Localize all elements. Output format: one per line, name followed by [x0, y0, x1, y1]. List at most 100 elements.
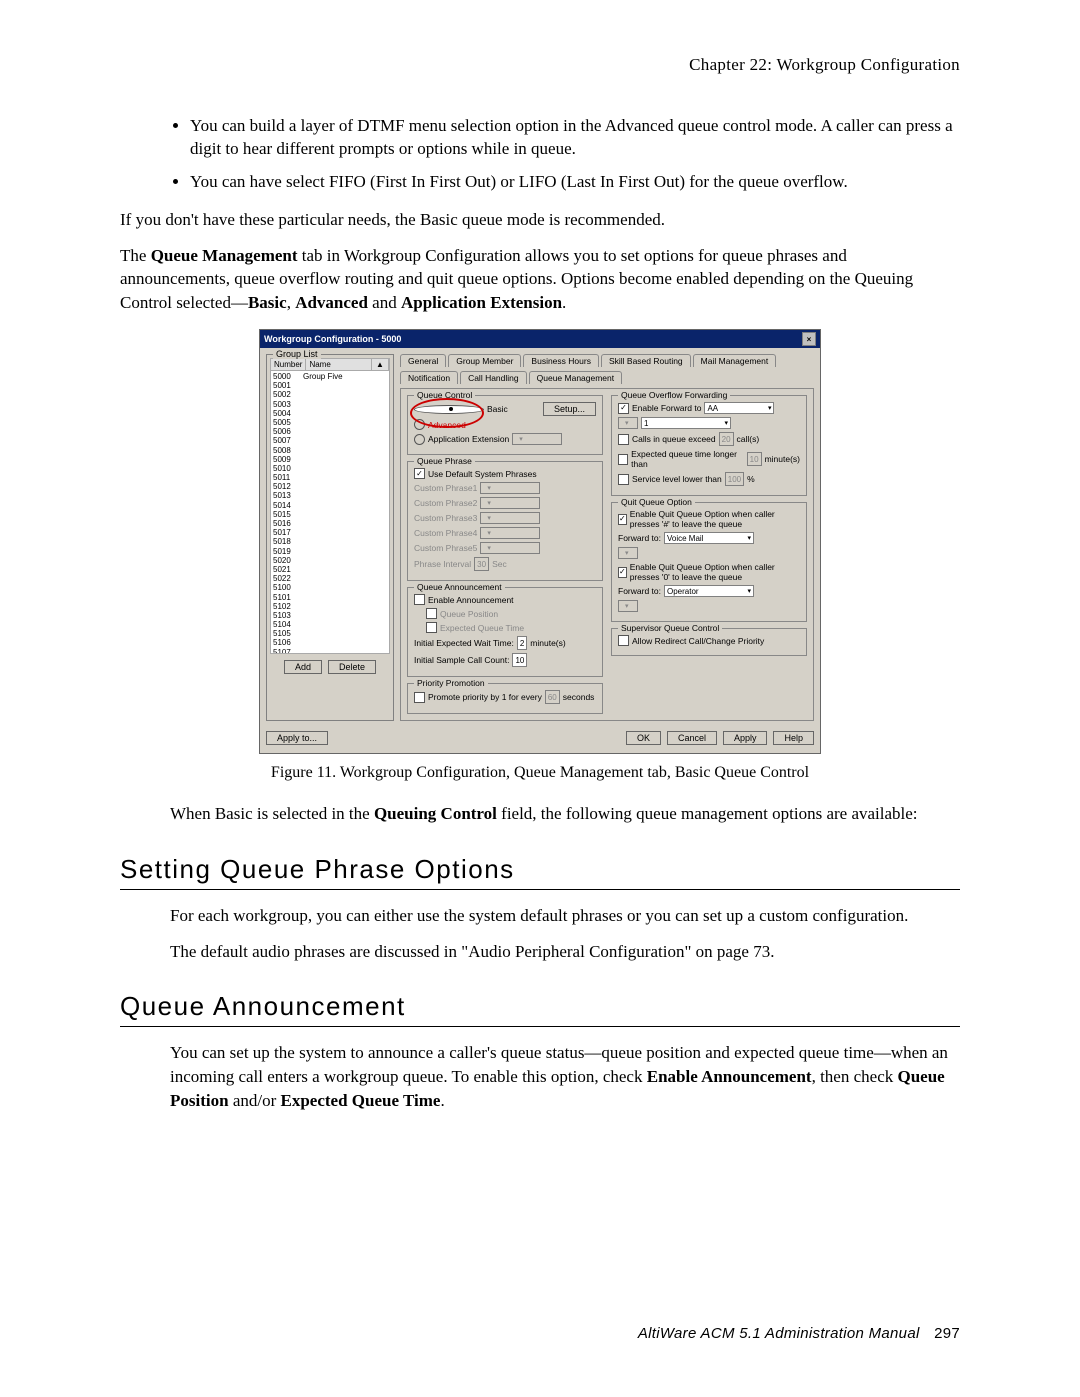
scroll-up-icon[interactable]: ▲	[372, 359, 389, 370]
list-item[interactable]: 5019	[273, 547, 387, 556]
list-item[interactable]: 5014	[273, 501, 387, 510]
list-item[interactable]: 5021	[273, 565, 387, 574]
list-item[interactable]: 5013	[273, 491, 387, 500]
svc-level-checkbox[interactable]	[618, 474, 629, 485]
iewt-spinner[interactable]: 2	[517, 636, 527, 650]
tab-business-hours[interactable]: Business Hours	[523, 354, 599, 367]
quit-fwd1-select[interactable]: Voice Mail	[664, 532, 754, 544]
ok-button[interactable]: OK	[626, 731, 661, 745]
quit-opt2-checkbox[interactable]	[618, 567, 627, 578]
expected-queue-time-checkbox[interactable]	[426, 622, 437, 633]
setup-button[interactable]: Setup...	[543, 402, 596, 416]
dialog-titlebar: Workgroup Configuration - 5000 ×	[260, 330, 820, 348]
list-item[interactable]: 5001	[273, 381, 387, 390]
appext-radio[interactable]	[414, 434, 425, 445]
svc-spinner[interactable]: 100	[725, 472, 744, 486]
list-item[interactable]: 5006	[273, 427, 387, 436]
close-icon[interactable]: ×	[802, 332, 816, 346]
phrase-select[interactable]	[480, 482, 540, 494]
appext-select[interactable]	[512, 433, 562, 445]
list-item[interactable]: 5101	[273, 593, 387, 602]
list-item[interactable]: 5020	[273, 556, 387, 565]
quit-opt1-checkbox[interactable]	[618, 514, 627, 525]
list-item[interactable]: 5102	[273, 602, 387, 611]
list-item[interactable]: 5010	[273, 464, 387, 473]
list-item[interactable]: 5107	[273, 648, 387, 654]
list-item[interactable]: 5100	[273, 583, 387, 592]
group-list-rows[interactable]: 5000Group Five50015002500350045005500650…	[270, 371, 390, 654]
phrase-select[interactable]	[480, 527, 540, 539]
figure-caption: Figure 11. Workgroup Configuration, Queu…	[120, 764, 960, 782]
list-item[interactable]: 5007	[273, 436, 387, 445]
digit-select[interactable]	[618, 417, 638, 429]
list-item[interactable]: 5016	[273, 519, 387, 528]
enable-forward-checkbox[interactable]	[618, 403, 629, 414]
list-item[interactable]: 5008	[273, 446, 387, 455]
exp-longer-spinner[interactable]: 10	[747, 452, 762, 466]
list-item[interactable]: 5105	[273, 629, 387, 638]
cancel-button[interactable]: Cancel	[667, 731, 717, 745]
list-item[interactable]: 5004	[273, 409, 387, 418]
calls-exceed-checkbox[interactable]	[618, 434, 629, 445]
add-button[interactable]: Add	[284, 660, 322, 674]
phrase-select[interactable]	[480, 542, 540, 554]
basic-radio[interactable]	[414, 405, 484, 414]
priority-spinner[interactable]: 60	[545, 690, 560, 704]
list-item[interactable]: 5103	[273, 611, 387, 620]
help-button[interactable]: Help	[773, 731, 814, 745]
section-heading: Setting Queue Phrase Options	[120, 854, 960, 885]
col-name[interactable]: Name	[306, 359, 372, 370]
forward-to-select[interactable]: AA	[704, 402, 774, 414]
list-item[interactable]: 5015	[273, 510, 387, 519]
enable-announcement-label: Enable Announcement	[428, 595, 514, 605]
paragraph: When Basic is selected in the Queuing Co…	[170, 802, 960, 826]
list-item[interactable]: 5104	[273, 620, 387, 629]
advanced-radio[interactable]	[414, 419, 425, 430]
text: Enable Announcement	[647, 1067, 812, 1086]
list-item[interactable]: 5003	[273, 400, 387, 409]
enable-announcement-checkbox[interactable]	[414, 594, 425, 605]
tab-notification[interactable]: Notification	[400, 371, 458, 384]
list-item[interactable]: 5022	[273, 574, 387, 583]
list-item[interactable]: 5002	[273, 390, 387, 399]
text: Queuing Control	[374, 804, 497, 823]
tabs-row-1: GeneralGroup MemberBusiness HoursSkill B…	[400, 354, 814, 367]
col-number[interactable]: Number	[271, 359, 306, 370]
tab-skill-based-routing[interactable]: Skill Based Routing	[601, 354, 691, 367]
tab-general[interactable]: General	[400, 354, 446, 367]
paragraph: If you don't have these particular needs…	[120, 208, 960, 232]
exp-longer-checkbox[interactable]	[618, 454, 628, 465]
list-item[interactable]: 5012	[273, 482, 387, 491]
list-item[interactable]: 5005	[273, 418, 387, 427]
queue-position-checkbox[interactable]	[426, 608, 437, 619]
delete-button[interactable]: Delete	[328, 660, 376, 674]
tab-queue-management[interactable]: Queue Management	[529, 371, 623, 384]
quit-fwd1-label: Forward to:	[618, 533, 661, 543]
list-item[interactable]: 5018	[273, 537, 387, 546]
list-item[interactable]: 5009	[273, 455, 387, 464]
iscc-label: Initial Sample Call Count:	[414, 655, 509, 665]
iscc-spinner[interactable]: 10	[512, 653, 527, 667]
tab-mail-management[interactable]: Mail Management	[693, 354, 777, 367]
quit-fwd2-select[interactable]: Operator	[664, 585, 754, 597]
phrase-select[interactable]	[480, 497, 540, 509]
tab-group-member[interactable]: Group Member	[448, 354, 521, 367]
use-default-checkbox[interactable]	[414, 468, 425, 479]
digit-value-select[interactable]: 1	[641, 417, 731, 429]
list-item[interactable]: 5106	[273, 638, 387, 647]
interval-spinner[interactable]: 30	[474, 557, 489, 571]
apply-to-button[interactable]: Apply to...	[266, 731, 328, 745]
supervisor-checkbox[interactable]	[618, 635, 629, 646]
priority-checkbox[interactable]	[414, 692, 425, 703]
quit-digit2-select[interactable]	[618, 600, 638, 612]
tab-call-handling[interactable]: Call Handling	[460, 371, 527, 384]
interval-label: Phrase Interval	[414, 559, 471, 569]
quit-digit1-select[interactable]	[618, 547, 638, 559]
apply-button[interactable]: Apply	[723, 731, 768, 745]
list-item[interactable]: 5017	[273, 528, 387, 537]
list-item[interactable]: 5000Group Five	[273, 372, 387, 381]
list-item[interactable]: 5011	[273, 473, 387, 482]
legend: Priority Promotion	[414, 678, 488, 688]
calls-exceed-spinner[interactable]: 20	[719, 432, 734, 446]
phrase-select[interactable]	[480, 512, 540, 524]
